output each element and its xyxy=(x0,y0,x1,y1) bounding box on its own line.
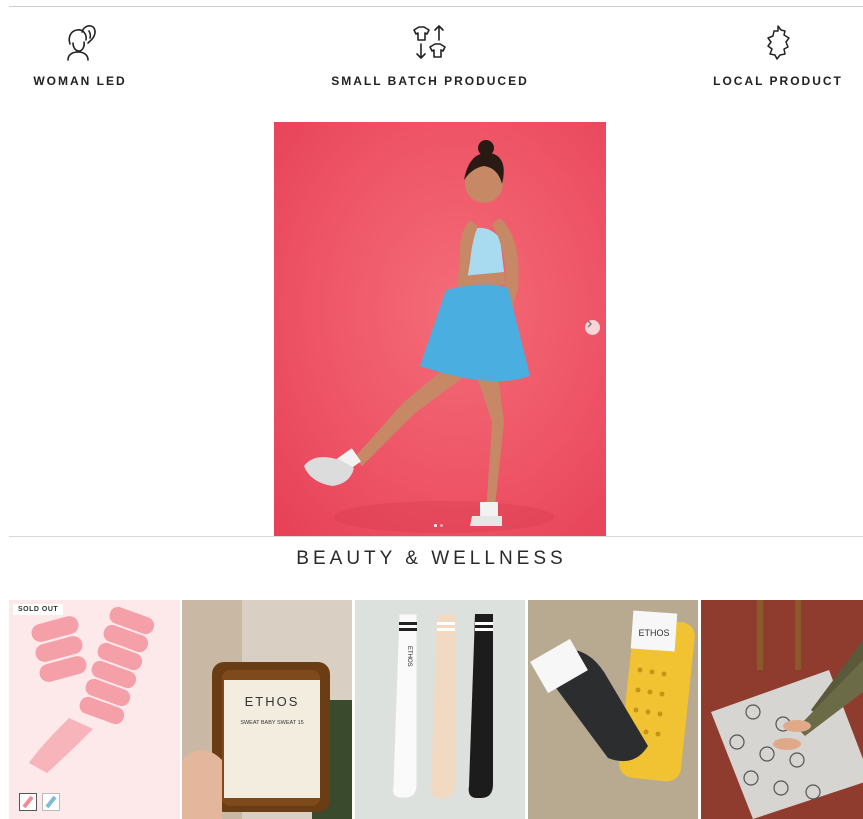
swatch-pink[interactable] xyxy=(19,793,37,811)
top-divider xyxy=(9,6,863,7)
feature-label: WOMAN LED xyxy=(33,74,127,88)
feature-label: LOCAL PRODUCT xyxy=(713,74,843,88)
carousel-dots xyxy=(434,524,443,527)
product-image: ETHOS xyxy=(392,613,493,799)
sold-out-badge: SOLD OUT xyxy=(13,604,64,615)
product-image: ETHOS xyxy=(530,610,695,782)
woman-profile-icon xyxy=(67,25,96,61)
product-tile-socks[interactable]: ETHOS xyxy=(355,600,525,819)
feature-woman-led: WOMAN LED xyxy=(30,22,130,88)
carousel-next-button[interactable] xyxy=(585,320,600,335)
color-swatches xyxy=(19,793,60,811)
swatch-blue[interactable] xyxy=(42,793,60,811)
hero-carousel[interactable] xyxy=(274,122,606,536)
section-divider xyxy=(9,536,863,537)
country-map-icon xyxy=(767,25,790,60)
candle-name: SWEAT BABY SWEAT 15 xyxy=(240,720,303,726)
feature-small-batch: SMALL BATCH PRODUCED xyxy=(330,22,530,88)
chevron-right-icon xyxy=(587,320,592,328)
product-image: ETHOS SWEAT BABY SWEAT 15 xyxy=(182,600,352,819)
feature-label: SMALL BATCH PRODUCED xyxy=(331,74,529,88)
product-image xyxy=(29,606,155,773)
product-tile-yoga-mat[interactable] xyxy=(701,600,863,819)
shirts-exchange-icon xyxy=(413,25,446,59)
product-tile-wrist-weights[interactable]: SOLD OUT xyxy=(9,600,180,819)
section-title: BEAUTY & WELLNESS xyxy=(296,548,567,569)
product-grid: SOLD OUT ETHOS SWEAT BABY SWEAT 15 ETHOS… xyxy=(9,600,863,819)
carousel-dot[interactable] xyxy=(440,524,443,527)
carousel-dot[interactable] xyxy=(434,524,437,527)
product-image xyxy=(711,600,863,819)
hero-image xyxy=(304,140,554,533)
sock-brand: ETHOS xyxy=(406,646,412,667)
feature-local-product: LOCAL PRODUCT xyxy=(708,22,848,88)
product-tile-grip-socks[interactable]: ETHOS xyxy=(528,600,698,819)
candle-brand: ETHOS xyxy=(245,694,300,709)
pack-brand: ETHOS xyxy=(638,628,669,638)
product-tile-candle[interactable]: ETHOS SWEAT BABY SWEAT 15 xyxy=(182,600,352,819)
